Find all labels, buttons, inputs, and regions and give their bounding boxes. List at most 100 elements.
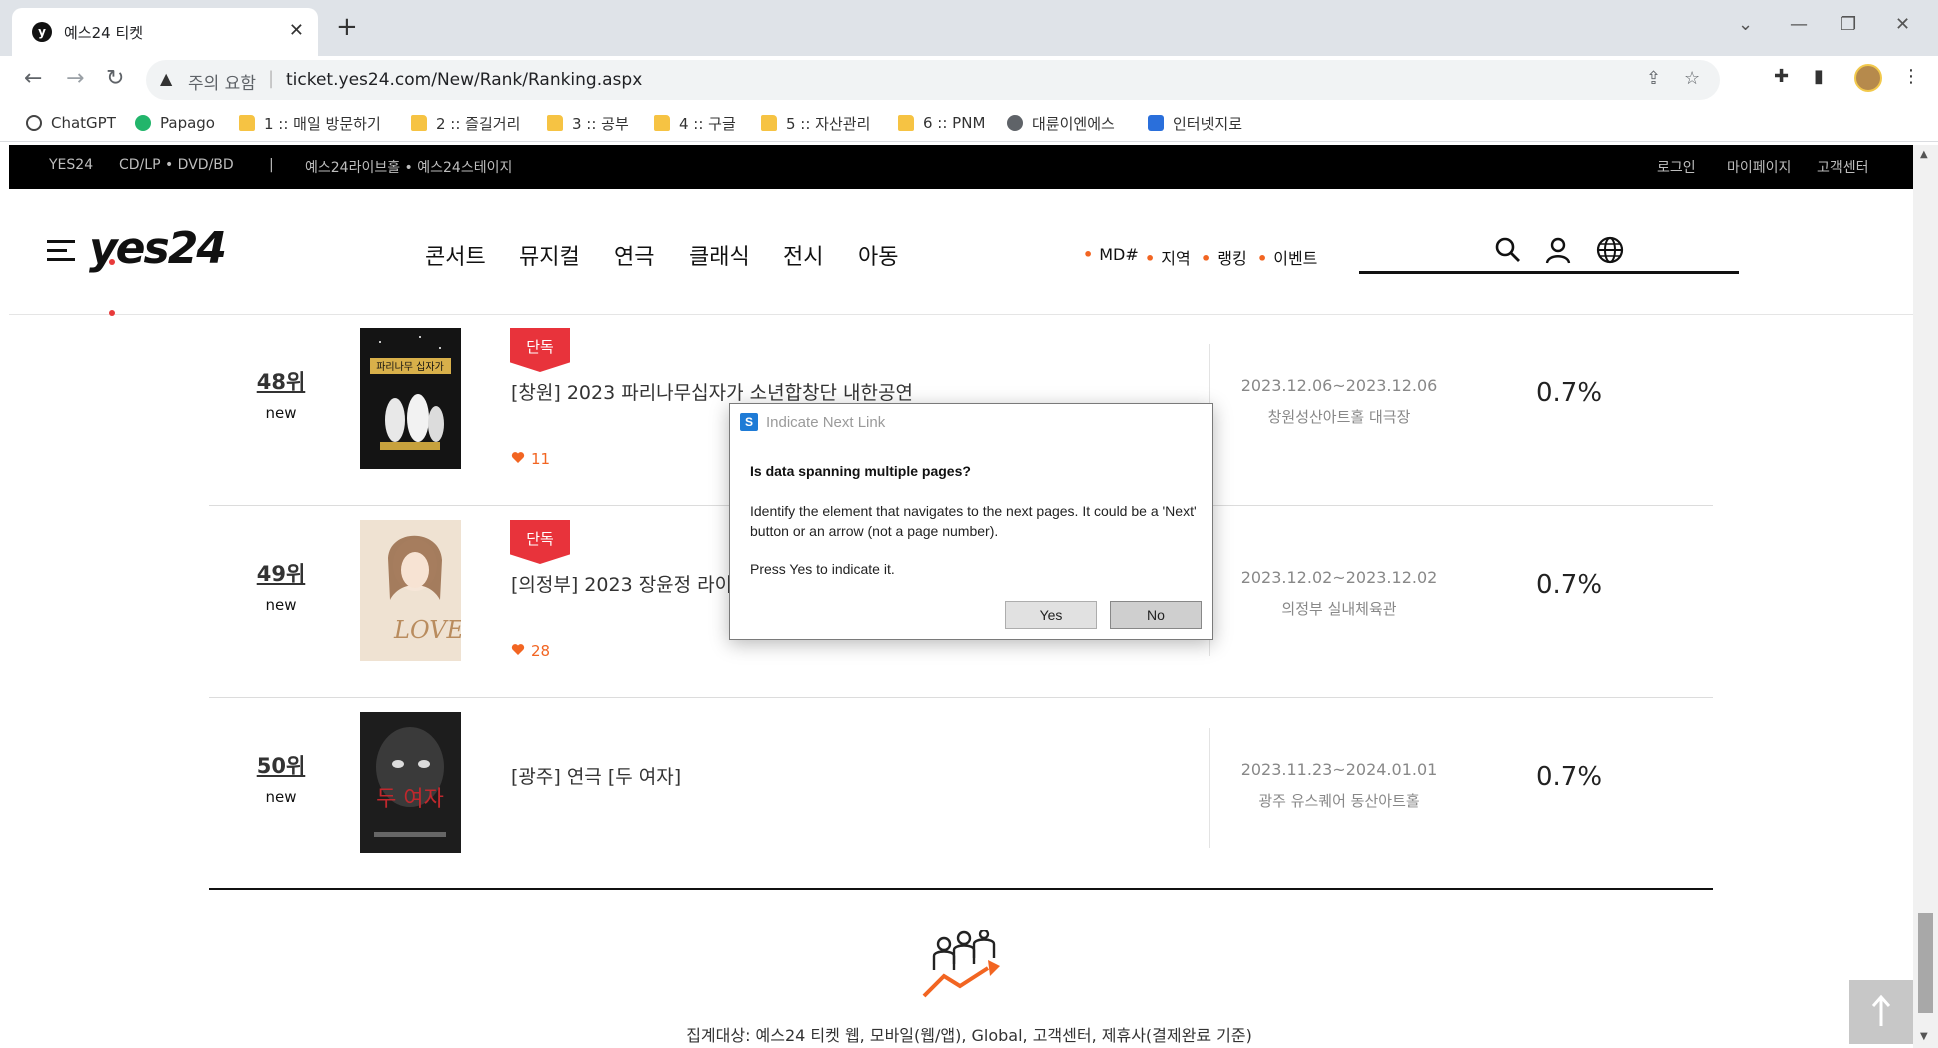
link-mypage[interactable]: 마이페이지 bbox=[1727, 157, 1791, 177]
dialog-instruction: Press Yes to indicate it. bbox=[750, 561, 895, 577]
search-icon[interactable] bbox=[1493, 235, 1523, 265]
link-login[interactable]: 로그인 bbox=[1657, 157, 1696, 177]
link-customer-center[interactable]: 고객센터 bbox=[1817, 157, 1869, 177]
bookmark-folder-4[interactable]: 4 :: 구글 bbox=[654, 112, 736, 134]
sidepanel-icon[interactable]: ▮ bbox=[1814, 66, 1824, 87]
omnibox[interactable]: ▲ 주의 요함 | ticket.yes24.com/New/Rank/Rank… bbox=[146, 60, 1720, 100]
url-text[interactable]: ticket.yes24.com/New/Rank/Ranking.aspx bbox=[286, 70, 642, 90]
folder-icon bbox=[654, 115, 670, 131]
subnav-event[interactable]: • 이벤트 bbox=[1257, 245, 1317, 269]
bookmark-chatgpt[interactable]: ChatGPT bbox=[26, 112, 116, 134]
folder-icon bbox=[898, 115, 914, 131]
bookmark-daeryun[interactable]: 대륜이엔에스 bbox=[1007, 112, 1115, 134]
globe-icon[interactable] bbox=[1595, 235, 1625, 265]
user-icon[interactable] bbox=[1543, 235, 1573, 265]
performance-title[interactable]: [의정부] 2023 장윤정 라이 bbox=[511, 570, 732, 597]
yes24-favicon-icon: y bbox=[32, 22, 52, 42]
dialog-question: Is data spanning multiple pages? bbox=[750, 463, 971, 479]
page-scrollbar[interactable]: ▲ ▼ bbox=[1913, 145, 1938, 1048]
poster-image[interactable]: 두 여자 bbox=[360, 712, 461, 853]
poster-image[interactable]: LOVE bbox=[360, 520, 461, 661]
warning-icon[interactable]: ▲ bbox=[160, 69, 172, 88]
star-icon[interactable]: ☆ bbox=[1684, 68, 1700, 89]
share-icon[interactable]: ⇪ bbox=[1646, 68, 1661, 89]
link-livehall[interactable]: 예스24라이브홀 • 예스24스테이지 bbox=[305, 157, 512, 177]
svg-text:파리나무 십자가: 파리나무 십자가 bbox=[376, 361, 444, 373]
booking-share: 0.7% bbox=[1535, 762, 1603, 792]
rank-status: new bbox=[265, 596, 297, 614]
bullet: • bbox=[1145, 249, 1156, 268]
scroll-down-arrow[interactable]: ▼ bbox=[1920, 1031, 1928, 1042]
new-tab-button[interactable]: + bbox=[336, 14, 358, 40]
scroll-up-arrow[interactable]: ▲ bbox=[1920, 149, 1928, 160]
site-header: yes24 콘서트 뮤지컬 연극 클래식 전시 아동 • MD# • 지역 • 랭킹 … bbox=[9, 189, 1913, 316]
poster-image[interactable]: 파리나무 십자가 bbox=[360, 328, 461, 469]
no-button[interactable]: No bbox=[1110, 601, 1202, 629]
bookmark-papago[interactable]: Papago bbox=[135, 112, 215, 134]
scroll-top-button[interactable] bbox=[1849, 980, 1913, 1044]
bookmark-giro[interactable]: 인터넷지로 bbox=[1148, 112, 1242, 134]
bookmark-folder-6[interactable]: 6 :: PNM bbox=[898, 112, 985, 134]
nav-kids[interactable]: 아동 bbox=[858, 239, 898, 271]
menu-icon[interactable]: ⋮ bbox=[1902, 66, 1920, 87]
performance-venue: 광주 유스퀘어 동산아트홀 bbox=[1258, 792, 1420, 810]
profile-avatar[interactable] bbox=[1854, 64, 1882, 92]
nav-classic[interactable]: 클래식 bbox=[689, 239, 750, 271]
nav-exhibition[interactable]: 전시 bbox=[783, 239, 823, 271]
minimize-icon[interactable]: — bbox=[1790, 14, 1808, 35]
performance-title[interactable]: [광주] 연극 [두 여자] bbox=[511, 762, 681, 789]
subnav-md[interactable]: • MD# bbox=[1083, 245, 1139, 264]
search-input[interactable] bbox=[1359, 271, 1739, 274]
forward-icon[interactable]: → bbox=[66, 66, 84, 91]
performance-venue: 의정부 실내체육관 bbox=[1281, 600, 1397, 618]
hamburger-icon[interactable] bbox=[47, 240, 75, 262]
window-close-icon[interactable]: ✕ bbox=[1895, 14, 1910, 35]
subnav-ranking[interactable]: • 랭킹 bbox=[1201, 245, 1247, 269]
performance-title[interactable]: [창원] 2023 파리나무십자가 소년합창단 내한공연 bbox=[511, 378, 913, 405]
booking-share: 0.7% bbox=[1535, 570, 1603, 600]
reload-icon[interactable]: ↻ bbox=[106, 66, 124, 91]
like-count[interactable]: 28 bbox=[511, 642, 550, 660]
performance-venue: 창원성산아트홀 대극장 bbox=[1267, 408, 1411, 426]
back-icon[interactable]: ← bbox=[24, 66, 42, 91]
security-warning[interactable]: 주의 요함 bbox=[188, 69, 256, 94]
scroll-thumb[interactable] bbox=[1918, 913, 1933, 1013]
rank-status: new bbox=[265, 788, 297, 806]
subnav-region[interactable]: • 지역 bbox=[1145, 245, 1191, 269]
address-toolbar: ← → ↻ ▲ 주의 요함 | ticket.yes24.com/New/Ran… bbox=[0, 56, 1938, 104]
folder-icon bbox=[239, 115, 255, 131]
rank-number[interactable]: 48위 bbox=[231, 366, 331, 396]
tab-close-icon[interactable]: ✕ bbox=[289, 20, 304, 41]
bookmark-folder-5[interactable]: 5 :: 자산관리 bbox=[761, 112, 870, 134]
bookmark-folder-2[interactable]: 2 :: 즐길거리 bbox=[411, 112, 520, 134]
browser-window: y 예스24 티켓 ✕ + ⌄ — ❐ ✕ ← → ↻ ▲ 주의 요함 | ti… bbox=[0, 0, 1938, 1048]
ranking-row[interactable]: 50위 new 두 여자 [광주] 연극 [두 여자] 2023.11.23~2… bbox=[209, 698, 1713, 890]
bookmark-folder-3[interactable]: 3 :: 공부 bbox=[547, 112, 629, 134]
stats-icon bbox=[922, 930, 1000, 998]
link-yes24[interactable]: YES24 bbox=[49, 157, 93, 173]
restore-icon[interactable]: ❐ bbox=[1840, 14, 1856, 35]
yes24-logo[interactable]: yes24 bbox=[89, 223, 227, 316]
column-divider bbox=[1209, 728, 1210, 848]
yes-button[interactable]: Yes bbox=[1005, 601, 1097, 629]
nav-play[interactable]: 연극 bbox=[614, 239, 654, 271]
rank-number[interactable]: 49위 bbox=[231, 558, 331, 588]
rank-number[interactable]: 50위 bbox=[231, 750, 331, 780]
nav-concert[interactable]: 콘서트 bbox=[425, 239, 486, 271]
folder-icon bbox=[761, 115, 777, 131]
like-count[interactable]: 11 bbox=[511, 450, 550, 468]
bookmarks-bar: ChatGPT Papago 1 :: 매일 방문하기 2 :: 즐길거리 3 … bbox=[0, 104, 1938, 142]
indicate-next-link-dialog: S Indicate Next Link Is data spanning mu… bbox=[729, 403, 1213, 640]
bookmark-folder-1[interactable]: 1 :: 매일 방문하기 bbox=[239, 112, 381, 134]
booking-share: 0.7% bbox=[1535, 378, 1603, 408]
tab-active[interactable]: y 예스24 티켓 ✕ bbox=[12, 8, 318, 56]
tab-strip: y 예스24 티켓 ✕ + ⌄ — ❐ ✕ bbox=[0, 0, 1938, 56]
nav-musical[interactable]: 뮤지컬 bbox=[519, 239, 580, 271]
bullet: • bbox=[1201, 249, 1212, 268]
omnibox-separator: | bbox=[268, 68, 275, 89]
tab-search-icon[interactable]: ⌄ bbox=[1738, 14, 1753, 35]
heart-icon bbox=[511, 644, 525, 655]
extension-icon[interactable]: ✚ bbox=[1774, 66, 1789, 87]
link-cd-dvd[interactable]: CD/LP • DVD/BD bbox=[119, 157, 234, 173]
exclusive-badge: 단독 bbox=[510, 328, 570, 372]
